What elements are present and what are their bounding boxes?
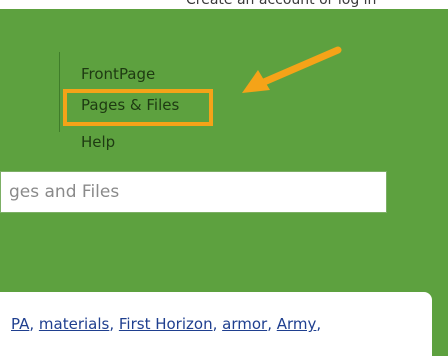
tag-link[interactable]: Army — [277, 315, 317, 333]
tag-separator: , — [212, 315, 223, 333]
tag-link[interactable]: materials — [39, 315, 109, 333]
tag-link[interactable]: PA — [11, 315, 29, 333]
search-box[interactable] — [0, 171, 387, 213]
tag-separator: , — [109, 315, 119, 333]
tag-trailing-comma: , — [316, 315, 322, 333]
account-login-link[interactable]: Create an account or log in — [186, 0, 376, 9]
search-input[interactable] — [1, 172, 386, 212]
arrow-icon — [242, 46, 342, 93]
nav-divider — [59, 52, 60, 132]
pages-files-highlight-box — [63, 89, 213, 126]
tags-panel: PA, materials, First Horizon, armor, Arm… — [0, 292, 432, 356]
tag-link[interactable]: armor — [222, 315, 267, 333]
top-account-bar: Create an account or log in — [0, 0, 448, 9]
tag-separator: , — [267, 315, 277, 333]
nav-item-frontpage[interactable]: FrontPage — [81, 64, 155, 84]
tag-link[interactable]: First Horizon — [119, 315, 213, 333]
tag-separator: , — [29, 315, 39, 333]
tags-line: PA, materials, First Horizon, armor, Arm… — [11, 314, 321, 334]
nav-item-help[interactable]: Help — [81, 132, 115, 152]
